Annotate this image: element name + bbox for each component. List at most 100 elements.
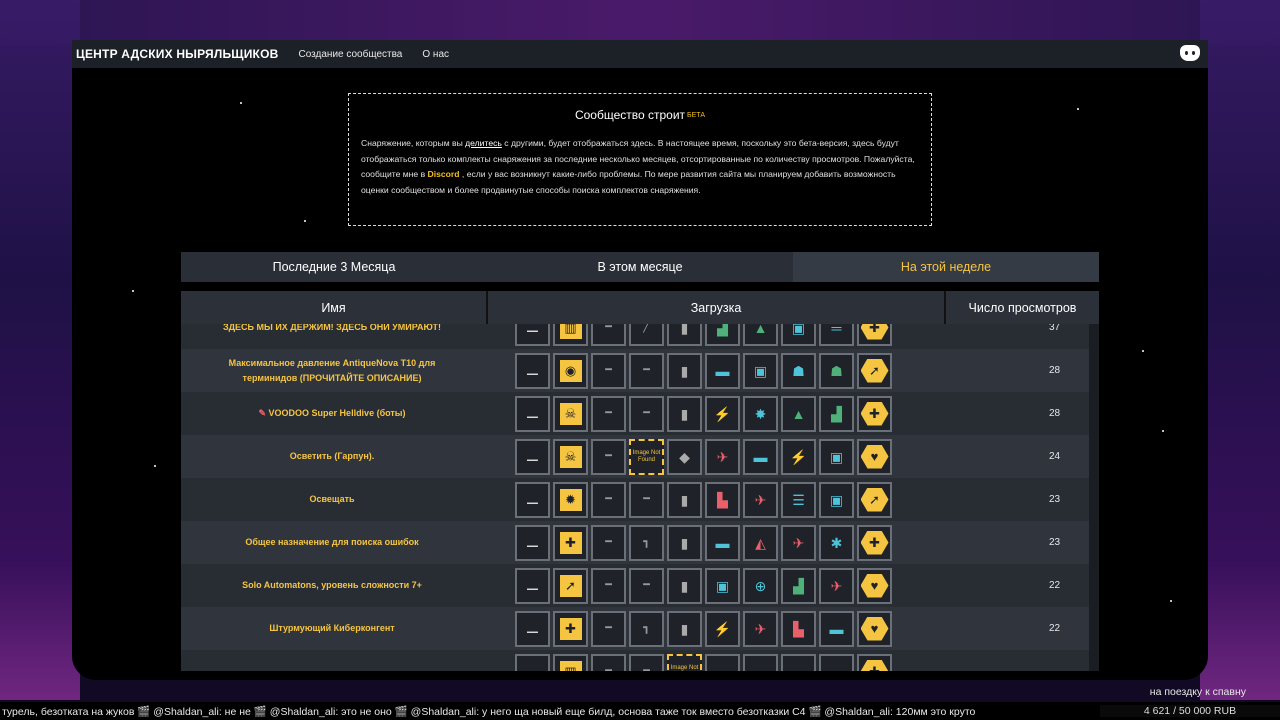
perk-hex-icon: ➚ [857, 352, 892, 389]
secondary-weapon-icon: ┓ [629, 524, 664, 561]
table-row[interactable]: ⚊ ▥ ━ ━ Image Not Found ▬ ▬ ▬ ▬ ✚ [181, 650, 1089, 671]
view-count: 24 [1048, 451, 1061, 462]
column-header-name[interactable]: Имя [181, 291, 488, 324]
stratagem-icon: ▲ [743, 324, 778, 346]
stratagem-icon: ▣ [819, 481, 854, 518]
nav-link-about[interactable]: О нас [422, 49, 449, 60]
build-name[interactable]: Максимальное давление AntiqueNova T10 дл… [181, 356, 483, 386]
stratagem-icon: ⊕ [743, 567, 778, 604]
build-name[interactable]: Освещать [181, 492, 483, 507]
tab-last-3-months[interactable]: Последние 3 Месяца [181, 252, 487, 282]
stratagem-icon: ✈ [743, 610, 778, 647]
booster-icon: ◉ [553, 352, 588, 389]
build-name-text: VOODOO Super Helldive (боты) [268, 408, 406, 418]
info-text: Снаряжение, которым вы делитесь с другим… [361, 136, 919, 198]
view-count: 23 [1048, 494, 1061, 505]
stratagem-icon: ▣ [705, 567, 740, 604]
stratagem-icon: ▣ [819, 438, 854, 475]
grenade-icon: ▮ [667, 524, 702, 561]
primary-weapon-icon: ━ [591, 438, 626, 475]
tab-this-week[interactable]: На этой неделе [793, 252, 1099, 282]
secondary-weapon-icon: ━ [629, 653, 664, 671]
booster-icon: ☠ [553, 395, 588, 432]
grenade-icon: ▮ [667, 567, 702, 604]
primary-weapon-icon: ━ [591, 352, 626, 389]
brand-logo-text[interactable]: ЦЕНТР АДСКИХ НЫРЯЛЬЩИКОВ [76, 47, 278, 61]
perk-hex-icon: ♥ [857, 610, 892, 647]
build-name[interactable]: Solo Automatons, уровень сложности 7+ [181, 578, 483, 593]
table-row[interactable]: Штурмующий Киберконгент ⚊ ✚ ━ ┓ ▮ ⚡ ✈ ▙ … [181, 607, 1089, 650]
column-header-loadout[interactable]: Загрузка [488, 291, 946, 324]
table-header: Имя Загрузка Число просмотров [181, 291, 1099, 324]
stratagem-icon: ☗ [781, 352, 816, 389]
primary-weapon-icon: ━ [591, 481, 626, 518]
primary-weapon-icon: ━ [591, 324, 626, 346]
share-link[interactable]: делитесь [465, 138, 502, 148]
loadout-slots: ⚊ ☠ ━ ━ ▮ ⚡ ✸ ▲ ▟ ✚ [515, 395, 920, 432]
armor-icon: ⚊ [515, 395, 550, 432]
info-title-text: Сообщество строит [574, 108, 686, 122]
build-name[interactable]: Общее назначение для поиска ошибок [181, 535, 483, 550]
primary-weapon-icon: ━ [591, 395, 626, 432]
table-row[interactable]: Solo Automatons, уровень сложности 7+ ⚊ … [181, 564, 1089, 607]
armor-icon: ⚊ [515, 324, 550, 346]
booster-icon: ✹ [553, 481, 588, 518]
time-filter-tabs: Последние 3 Месяца В этом месяце На этой… [181, 252, 1099, 282]
perk-hex-icon: ✚ [857, 395, 892, 432]
loadout-slots: ⚊ ✹ ━ ━ ▮ ▙ ✈ ☰ ▣ ➚ [515, 481, 920, 518]
booster-icon: ✚ [553, 610, 588, 647]
stratagem-icon: ✈ [819, 567, 854, 604]
perk-hex-icon: ➚ [857, 481, 892, 518]
stratagem-icon: ▬ [705, 653, 740, 671]
loadout-slots: ⚊ ▥ ━ ━ Image Not Found ▬ ▬ ▬ ▬ ✚ [515, 653, 920, 671]
table-row[interactable]: Максимальное давление AntiqueNova T10 дл… [181, 349, 1089, 392]
stratagem-icon: ▙ [705, 481, 740, 518]
view-count: 28 [1048, 408, 1061, 419]
stratagem-icon: ▟ [819, 395, 854, 432]
stratagem-icon: ▬ [819, 610, 854, 647]
build-name[interactable]: Осветить (Гарпун). [181, 449, 483, 464]
perk-hex-icon: ♥ [857, 438, 892, 475]
grenade-icon: ◆ [667, 438, 702, 475]
build-name[interactable]: ✎ VOODOO Super Helldive (боты) [181, 406, 483, 421]
table-row[interactable]: Общее назначение для поиска ошибок ⚊ ✚ ━… [181, 521, 1089, 564]
stream-background-left [0, 0, 80, 700]
table-row[interactable]: ЗДЕСЬ МЫ ИХ ДЕРЖИМ! ЗДЕСЬ ОНИ УМИРАЮТ! ⚊… [181, 324, 1089, 349]
perk-hex-icon: ✚ [857, 653, 892, 671]
stratagem-icon: ⚡ [781, 438, 816, 475]
primary-weapon-icon: ━ [591, 567, 626, 604]
loadout-slots: ⚊ ✚ ━ ┓ ▮ ⚡ ✈ ▙ ▬ ♥ [515, 610, 920, 647]
stratagem-icon: ✱ [819, 524, 854, 561]
loadout-slots: ⚊ ➚ ━ ━ ▮ ▣ ⊕ ▟ ✈ ♥ [515, 567, 920, 604]
stratagem-icon: ▙ [781, 610, 816, 647]
table-row[interactable]: ✎ VOODOO Super Helldive (боты) ⚊ ☠ ━ ━ ▮… [181, 392, 1089, 435]
booster-icon: ➚ [553, 567, 588, 604]
stratagem-icon: ◭ [743, 524, 778, 561]
stream-background-right [1200, 0, 1280, 700]
armor-icon: ⚊ [515, 567, 550, 604]
column-header-views[interactable]: Число просмотров [946, 291, 1099, 324]
image-not-found-placeholder: Image Not Found [629, 438, 664, 475]
stratagem-icon: ▬ [743, 438, 778, 475]
nav-link-community-builds[interactable]: Создание сообщества [298, 49, 402, 60]
discord-icon[interactable] [1180, 45, 1200, 61]
tab-this-month[interactable]: В этом месяце [487, 252, 793, 282]
table-row[interactable]: Освещать ⚊ ✹ ━ ━ ▮ ▙ ✈ ☰ ▣ ➚ 23 [181, 478, 1089, 521]
build-name[interactable]: ЗДЕСЬ МЫ ИХ ДЕРЖИМ! ЗДЕСЬ ОНИ УМИРАЮТ! [181, 324, 483, 335]
build-name[interactable]: Штурмующий Киберконгент [181, 621, 483, 636]
stratagem-icon: ▬ [819, 653, 854, 671]
loadout-slots: ⚊ ▥ ━ ╱ ▮ ▟ ▲ ▣ ═ ✚ [515, 324, 920, 346]
discord-link[interactable]: Discord [428, 169, 460, 179]
stratagem-icon: ▟ [705, 324, 740, 346]
stratagem-icon: ▬ [705, 352, 740, 389]
chat-ticker-text: турель, безотката на жуков 🎬 @Shaldan_al… [2, 705, 976, 718]
table-scrollbar[interactable] [1089, 324, 1099, 671]
primary-weapon-icon: ━ [591, 610, 626, 647]
primary-weapon-icon: ━ [591, 524, 626, 561]
secondary-weapon-icon: ━ [629, 481, 664, 518]
booster-icon: ☠ [553, 438, 588, 475]
armor-icon: ⚊ [515, 481, 550, 518]
table-row[interactable]: Осветить (Гарпун). ⚊ ☠ ━ Image Not Found… [181, 435, 1089, 478]
stratagem-icon: ▣ [743, 352, 778, 389]
armor-icon: ⚊ [515, 653, 550, 671]
